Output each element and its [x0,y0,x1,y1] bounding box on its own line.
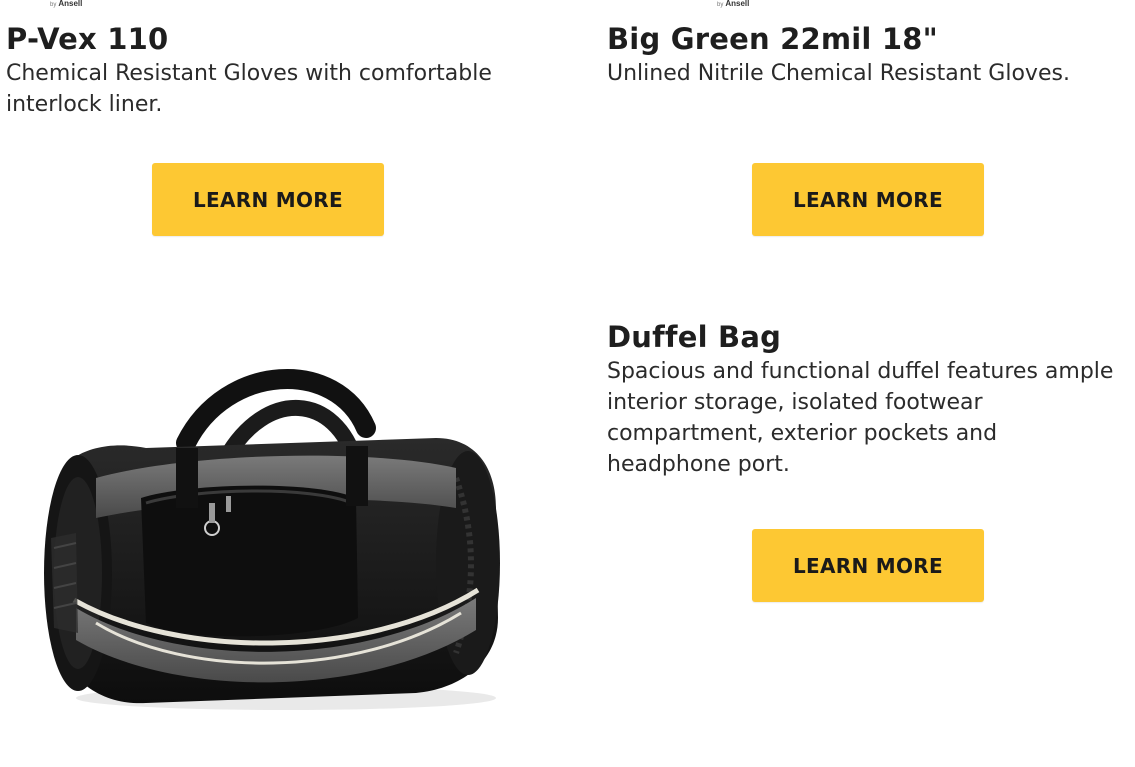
duffel-bag-illustration [44,369,500,710]
product-card-duffel-bag: Duffel Bag Spacious and functional duffe… [607,320,1117,480]
learn-more-button[interactable]: LEARN MORE [152,163,384,236]
product-description: Unlined Nitrile Chemical Resistant Glove… [607,61,1070,86]
duffel-bag-image[interactable] [36,368,514,712]
product-card-pvex: P-Vex 110 Chemical Resistant Gloves with… [6,22,566,120]
learn-more-button[interactable]: LEARN MORE [752,529,984,602]
product-title: P-Vex 110 [6,22,169,56]
product-description: Chemical Resistant Gloves with comfortab… [6,61,492,117]
product-title: Duffel Bag [607,320,782,354]
brand-logo-partial: by Ansell [50,0,83,8]
product-card-big-green: Big Green 22mil 18" Unlined Nitrile Chem… [607,22,1127,89]
product-description: Spacious and functional duffel features … [607,359,1114,477]
learn-more-button[interactable]: LEARN MORE [752,163,984,236]
brand-logo-partial: by Ansell [717,0,750,8]
product-title: Big Green 22mil 18" [607,22,938,56]
